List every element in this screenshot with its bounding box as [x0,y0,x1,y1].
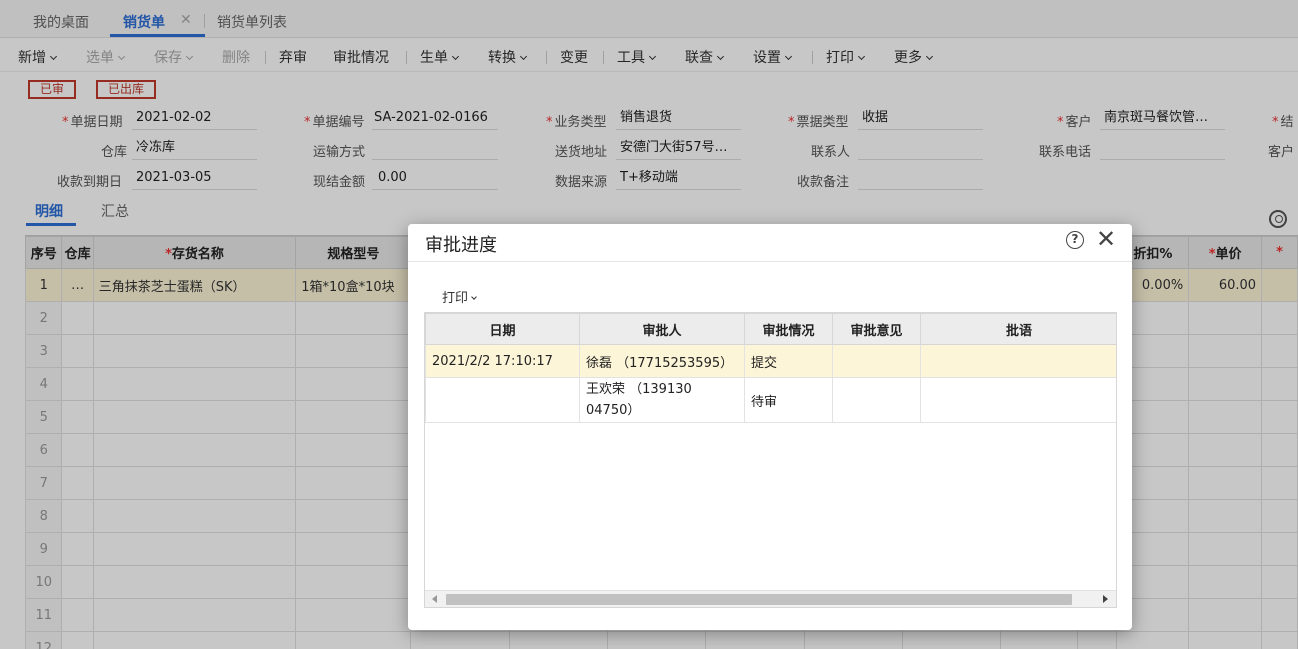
col-approval-status: 审批情况 [744,313,833,345]
row-comment [920,344,1116,378]
row-approver: 王欢荣 （13913004750） [579,377,745,423]
dialog-title: 审批进度 [425,235,497,256]
scroll-left-icon[interactable] [432,595,437,603]
col-comment: 批语 [920,313,1116,345]
approval-table: 日期 审批人 审批情况 审批意见 批语 2021/2/2 17:10:17 徐磊… [424,312,1117,608]
chevron-down-icon [471,294,477,300]
table-row[interactable]: 王欢荣 （13913004750） 待审 [425,377,1116,423]
row-opinion [832,344,921,378]
row-opinion [832,377,921,423]
row-comment [920,377,1116,423]
scrollbar-thumb[interactable] [446,594,1072,605]
row-date: 2021/2/2 17:10:17 [425,344,580,378]
approval-progress-dialog: 审批进度 ? ✕ 打印 日期 审批人 审批情况 审批意见 批语 2021/2/2… [408,224,1132,630]
scroll-right-icon[interactable] [1103,595,1108,603]
dialog-print-button[interactable]: 打印 [442,287,477,306]
horizontal-scrollbar[interactable] [425,590,1116,607]
close-icon[interactable]: ✕ [1096,227,1116,251]
col-date: 日期 [425,313,580,345]
row-status: 待审 [744,377,833,423]
row-date [425,377,580,423]
row-approver-text: 王欢荣 （13913004750） [586,382,692,418]
row-approver: 徐磊 （17715253595） [579,344,745,378]
row-status: 提交 [744,344,833,378]
dialog-print-label: 打印 [442,291,469,306]
col-approval-opinion: 审批意见 [832,313,921,345]
help-icon[interactable]: ? [1066,231,1084,249]
dialog-header-divider [408,261,1132,262]
col-approver: 审批人 [579,313,745,345]
table-row[interactable]: 2021/2/2 17:10:17 徐磊 （17715253595） 提交 [425,344,1116,378]
